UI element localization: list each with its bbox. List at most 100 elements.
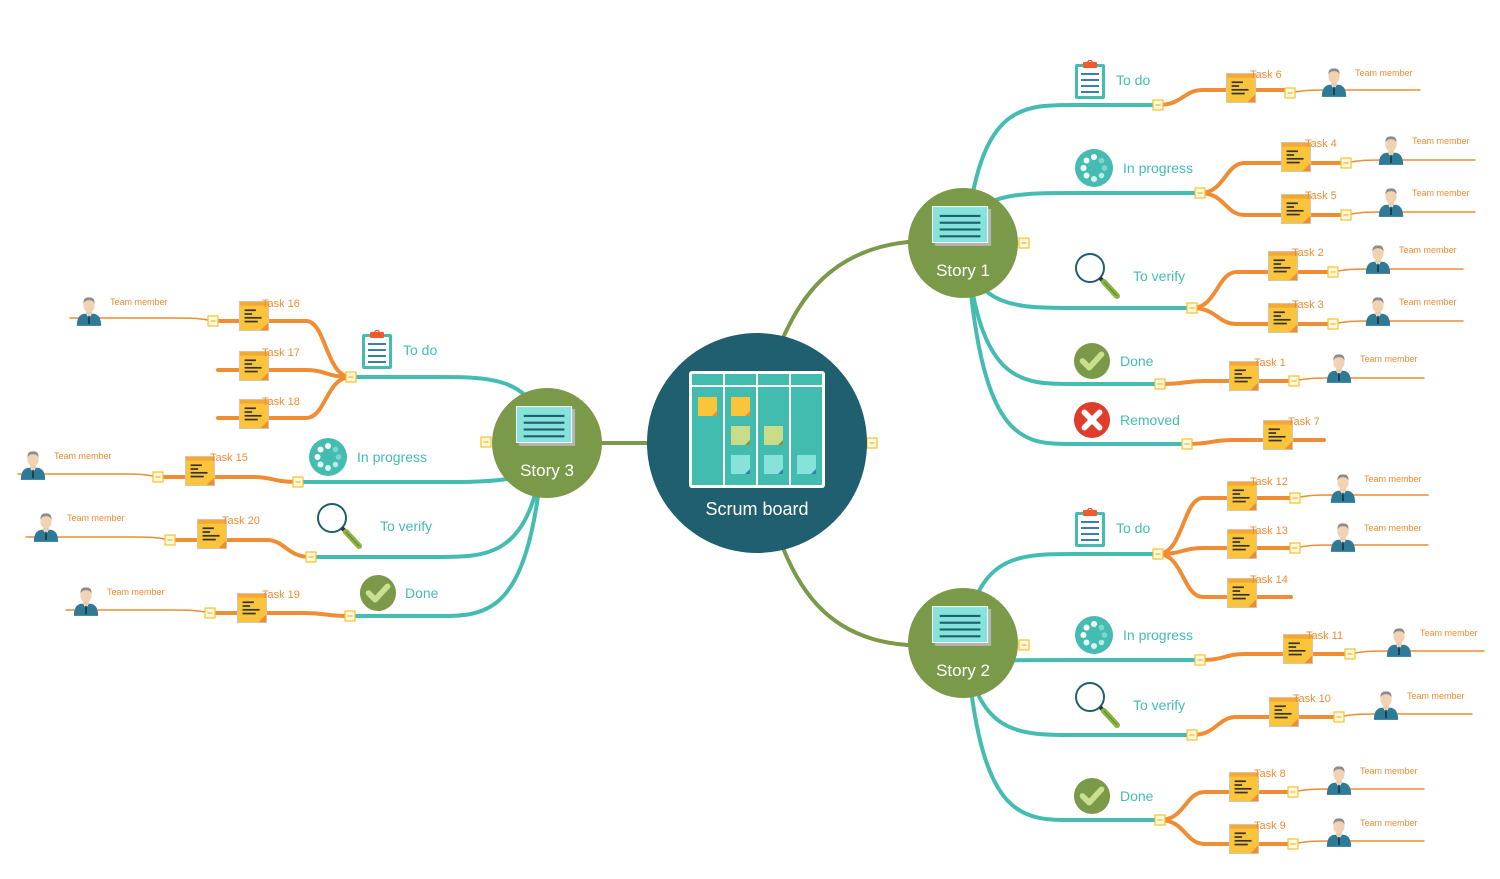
- status-node-removed[interactable]: Removed: [1074, 402, 1180, 438]
- task-node[interactable]: Task 9: [1228, 820, 1286, 855]
- story-node-2[interactable]: Story 2: [908, 588, 1018, 698]
- task-node[interactable]: Task 18: [238, 396, 300, 430]
- task-node[interactable]: Task 14: [1226, 574, 1288, 609]
- task-label: Task 1: [1254, 357, 1286, 369]
- task-node[interactable]: Task 13: [1226, 525, 1288, 560]
- task-node[interactable]: Task 16: [238, 298, 300, 332]
- status-node-to-do[interactable]: To do: [1074, 508, 1150, 548]
- team-member-avatar-icon: [1365, 245, 1391, 274]
- team-member-node[interactable]: Team member: [1386, 628, 1478, 657]
- status-label: To verify: [1133, 697, 1185, 713]
- team-member-node[interactable]: Team member: [20, 451, 112, 480]
- status-node-to-verify[interactable]: To verify: [1076, 254, 1185, 296]
- status-node-in-progress[interactable]: In progress: [1075, 616, 1193, 654]
- task-node[interactable]: Task 10: [1268, 693, 1331, 728]
- task-node[interactable]: Task 1: [1228, 357, 1286, 392]
- collapse-toggle-button[interactable]: [1194, 187, 1206, 199]
- collapse-toggle-button[interactable]: [1340, 209, 1352, 221]
- collapse-toggle-button[interactable]: [292, 476, 304, 488]
- task-node[interactable]: Task 6: [1225, 69, 1282, 104]
- team-member-node[interactable]: Team member: [1330, 523, 1422, 552]
- story-node-1[interactable]: Story 1: [908, 188, 1018, 298]
- task-link: [1158, 379, 1296, 386]
- task-node[interactable]: Task 19: [236, 589, 300, 624]
- task-node[interactable]: Task 4: [1280, 138, 1337, 173]
- team-member-avatar-icon: [73, 587, 99, 616]
- collapse-toggle-button[interactable]: [344, 610, 356, 622]
- status-node-in-progress[interactable]: In progress: [1075, 149, 1193, 187]
- task-node[interactable]: Task 12: [1226, 476, 1288, 512]
- collapse-toggle-button[interactable]: [1194, 654, 1206, 666]
- root-node-scrum-board[interactable]: Scrum board: [647, 333, 867, 553]
- collapse-toggle-button[interactable]: [1344, 648, 1356, 660]
- collapse-toggle-button[interactable]: [1288, 375, 1300, 387]
- status-node-to-verify[interactable]: To verify: [318, 504, 432, 546]
- task-label: Task 7: [1288, 416, 1320, 428]
- task-node[interactable]: Task 2: [1267, 247, 1324, 282]
- collapse-toggle-button[interactable]: [1152, 99, 1164, 111]
- collapse-toggle-button[interactable]: [1181, 438, 1193, 450]
- collapse-toggle-button[interactable]: [1289, 492, 1301, 504]
- collapse-toggle-button[interactable]: [1154, 378, 1166, 390]
- status-node-done[interactable]: Done: [1074, 343, 1154, 379]
- status-node-to-do[interactable]: To do: [1074, 60, 1150, 100]
- collapse-toggle-button[interactable]: [204, 607, 216, 619]
- task-node[interactable]: Task 11: [1282, 630, 1343, 665]
- task-node[interactable]: Task 5: [1280, 190, 1337, 225]
- status-node-to-do[interactable]: To do: [361, 330, 437, 370]
- team-member-label: Team member: [110, 297, 168, 307]
- collapse-toggle-button[interactable]: [1152, 548, 1164, 560]
- task-label: Task 14: [1250, 574, 1288, 586]
- collapse-toggle-button[interactable]: [1289, 542, 1301, 554]
- task-label: Task 5: [1305, 190, 1337, 202]
- task-node[interactable]: Task 8: [1228, 768, 1286, 803]
- team-member-node[interactable]: Team member: [1373, 691, 1465, 720]
- collapse-toggle-button[interactable]: [1287, 786, 1299, 798]
- story-node-3[interactable]: Story 3: [492, 388, 602, 498]
- collapse-toggle-button[interactable]: [866, 437, 878, 449]
- task-label: Task 13: [1250, 525, 1288, 537]
- team-member-node[interactable]: Team member: [1326, 766, 1418, 795]
- collapse-toggle-button[interactable]: [152, 471, 164, 483]
- collapse-toggle-button[interactable]: [207, 315, 219, 327]
- task-label: Task 10: [1293, 693, 1331, 705]
- team-member-node[interactable]: Team member: [76, 297, 168, 326]
- member-link: [1332, 320, 1464, 325]
- team-member-label: Team member: [1412, 188, 1470, 198]
- team-member-node[interactable]: Team member: [1326, 818, 1418, 847]
- status-node-done[interactable]: Done: [1074, 778, 1154, 814]
- task-node[interactable]: Task 15: [184, 452, 248, 487]
- task-label: Task 8: [1254, 768, 1286, 780]
- collapse-toggle-button[interactable]: [1186, 729, 1198, 741]
- collapse-toggle-button[interactable]: [1327, 318, 1339, 330]
- status-label: To verify: [380, 518, 432, 534]
- task-node[interactable]: Task 20: [196, 515, 260, 550]
- collapse-toggle-button[interactable]: [164, 534, 176, 546]
- collapse-toggle-button[interactable]: [1287, 838, 1299, 850]
- collapse-toggle-button[interactable]: [1327, 266, 1339, 278]
- collapse-toggle-button[interactable]: [1333, 711, 1345, 723]
- collapse-toggle-button[interactable]: [1340, 157, 1352, 169]
- status-node-done[interactable]: Done: [360, 575, 439, 611]
- collapse-toggle-button[interactable]: [1186, 302, 1198, 314]
- task-node[interactable]: Task 17: [238, 347, 300, 382]
- collapse-toggle-button[interactable]: [1284, 87, 1296, 99]
- member-link: [1338, 713, 1473, 718]
- status-node-to-verify[interactable]: To verify: [1076, 683, 1185, 725]
- collapse-toggle-button[interactable]: [1154, 814, 1166, 826]
- task-node[interactable]: Task 3: [1267, 299, 1324, 334]
- task-link: [216, 368, 353, 379]
- task-node[interactable]: Task 7: [1262, 416, 1320, 451]
- branch-root-story-2: [781, 546, 910, 647]
- collapse-toggle-button[interactable]: [1018, 237, 1030, 249]
- team-member-node[interactable]: Team member: [1330, 474, 1422, 503]
- task-label: Task 17: [262, 347, 300, 359]
- collapse-toggle-button[interactable]: [345, 371, 357, 383]
- collapse-toggle-button[interactable]: [1018, 639, 1030, 651]
- collapse-toggle-button[interactable]: [480, 436, 492, 448]
- team-member-node[interactable]: Team member: [73, 587, 165, 616]
- team-member-node[interactable]: Team member: [1321, 68, 1413, 97]
- status-node-in-progress[interactable]: In progress: [309, 438, 427, 476]
- collapse-toggle-button[interactable]: [305, 551, 317, 563]
- magnifier-icon: [1076, 683, 1117, 725]
